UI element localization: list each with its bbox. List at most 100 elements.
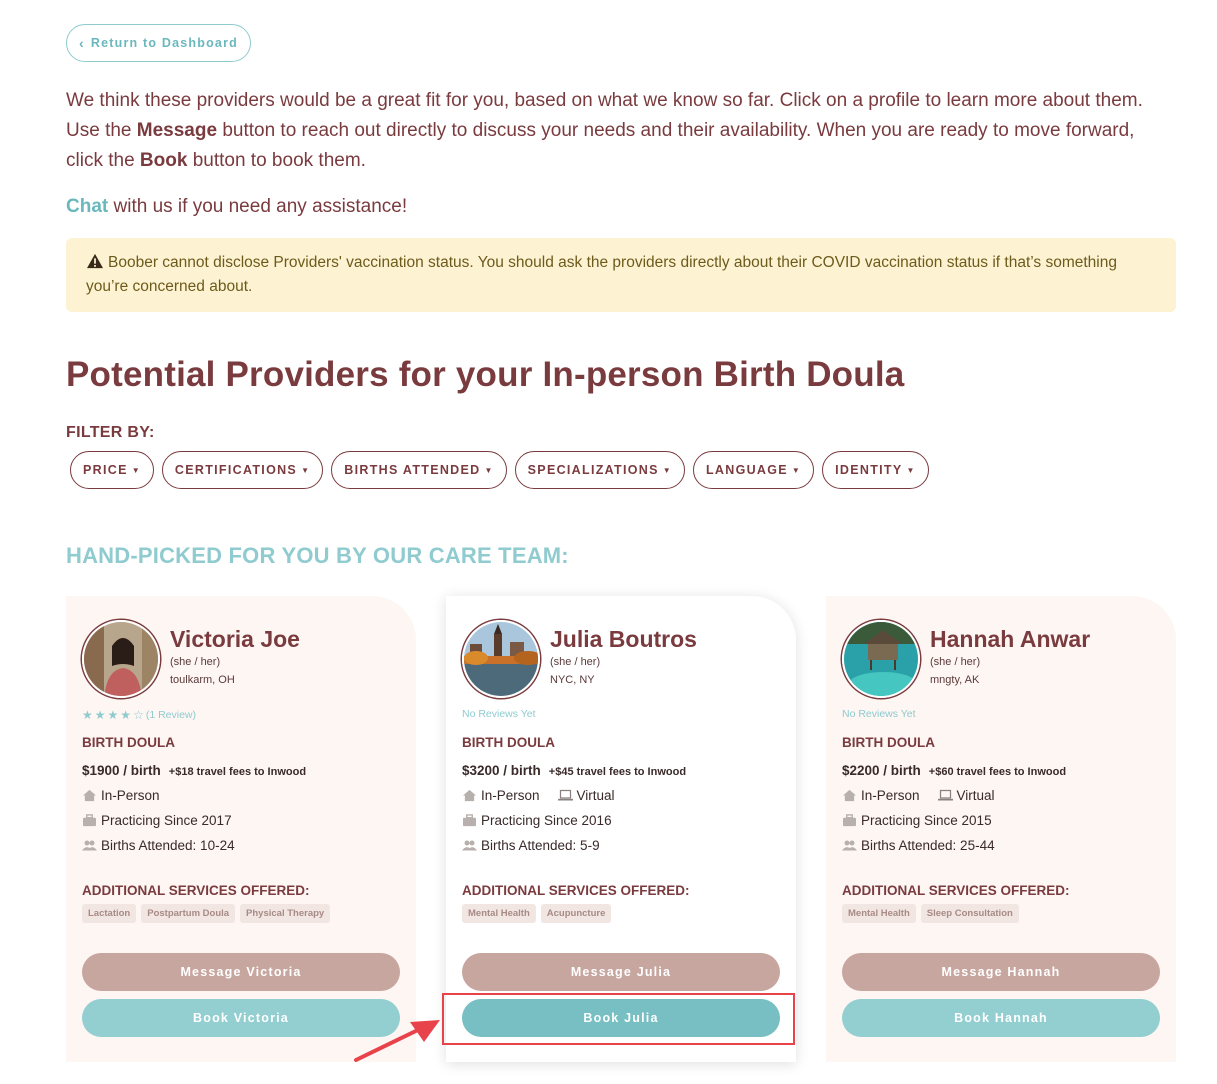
provider-card[interactable]: Victoria Joe (she / her) toulkarm, OH ★ ★… — [66, 596, 416, 1062]
service-tags: Mental Health Sleep Consultation — [842, 904, 1019, 923]
chat-link[interactable]: Chat — [66, 196, 108, 217]
home-icon — [843, 789, 856, 802]
service-tag: Physical Therapy — [240, 904, 331, 923]
book-button[interactable]: Book Hannah — [842, 999, 1160, 1037]
service-tags: Mental Health Acupuncture — [462, 904, 612, 923]
star-filled-icon: ★ — [94, 708, 106, 722]
home-icon — [83, 789, 96, 802]
briefcase-icon — [83, 814, 96, 827]
additional-services-label: ADDITIONAL SERVICES OFFERED: — [462, 883, 690, 898]
users-icon — [462, 840, 477, 851]
star-filled-icon: ★ — [120, 708, 132, 722]
provider-price: $1900 / birth +$18 travel fees to Inwood — [82, 763, 306, 778]
service-tag: Acupuncture — [540, 904, 612, 923]
star-filled-icon: ★ — [107, 708, 119, 722]
provider-name[interactable]: Victoria Joe — [170, 626, 300, 653]
filter-certifications-button[interactable]: CERTIFICATIONS ▼ — [161, 451, 324, 489]
review-count[interactable]: (1 Review) — [146, 709, 196, 721]
travel-fee: +$60 travel fees to Inwood — [928, 766, 1067, 778]
provider-name[interactable]: Julia Boutros — [550, 626, 697, 653]
filter-label-text: PRICE — [83, 463, 128, 477]
filter-label-text: CERTIFICATIONS — [174, 463, 298, 477]
message-button[interactable]: Message Victoria — [82, 953, 400, 991]
travel-fee: +$45 travel fees to Inwood — [548, 766, 687, 778]
price-value: $3200 / birth — [462, 763, 541, 778]
star-filled-icon: ★ — [82, 708, 93, 722]
additional-services-label: ADDITIONAL SERVICES OFFERED: — [842, 883, 1070, 898]
intro-part: button to book them. — [187, 150, 366, 171]
mode-virtual: Virtual — [576, 788, 615, 803]
practicing-text: Practicing Since 2017 — [101, 813, 232, 828]
filter-births-attended-button[interactable]: BIRTHS ATTENDED ▼ — [331, 451, 507, 489]
users-icon — [82, 840, 97, 851]
mode-in-person: In-Person — [861, 788, 920, 803]
laptop-icon — [937, 789, 953, 801]
travel-fee: +$18 travel fees to Inwood — [168, 766, 307, 778]
provider-role: BIRTH DOULA — [82, 735, 175, 750]
service-mode: In-Person Virtual — [462, 788, 615, 803]
review-count: No Reviews Yet — [842, 708, 916, 720]
provider-rating: ★ ★ ★ ★ ☆ (1 Review) — [82, 708, 196, 722]
service-mode: In-Person — [82, 788, 160, 803]
return-label: Return to Dashboard — [90, 36, 238, 50]
mode-in-person: In-Person — [101, 788, 160, 803]
message-button[interactable]: Message Hannah — [842, 953, 1160, 991]
intro-message-word: Message — [136, 120, 218, 141]
provider-role: BIRTH DOULA — [462, 735, 555, 750]
births-attended: Births Attended: 5-9 — [462, 838, 600, 853]
intro-book-word: Book — [139, 150, 188, 171]
service-tag: Mental Health — [462, 904, 536, 923]
highlight-box — [442, 993, 795, 1045]
births-text: Births Attended: 10-24 — [101, 838, 235, 853]
chat-line: Chat with us if you need any assistance! — [66, 193, 407, 221]
annotation-arrow-icon — [354, 1020, 440, 1062]
page-title: Potential Providers for your In-person B… — [66, 355, 905, 394]
avatar — [842, 620, 920, 698]
provider-role: BIRTH DOULA — [842, 735, 935, 750]
message-button[interactable]: Message Julia — [462, 953, 780, 991]
practicing-since: Practicing Since 2017 — [82, 813, 232, 828]
service-tag: Lactation — [82, 904, 137, 923]
provider-name[interactable]: Hannah Anwar — [930, 626, 1090, 653]
provider-rating: No Reviews Yet — [462, 708, 536, 720]
provider-pronouns: (she / her) — [930, 656, 981, 668]
alert-text: Boober cannot disclose Providers' vaccin… — [86, 254, 1117, 295]
chat-rest: with us if you need any assistance! — [108, 196, 408, 217]
provider-pronouns: (she / her) — [550, 656, 601, 668]
price-value: $1900 / birth — [82, 763, 161, 778]
vaccination-alert: Boober cannot disclose Providers' vaccin… — [66, 238, 1176, 312]
practicing-since: Practicing Since 2016 — [462, 813, 612, 828]
service-tag: Postpartum Doula — [141, 904, 236, 923]
intro-text: We think these providers would be a grea… — [66, 86, 1176, 176]
filter-specializations-button[interactable]: SPECIALIZATIONS ▼ — [514, 451, 685, 489]
provider-location: toulkarm, OH — [170, 674, 235, 686]
caret-down-icon: ▼ — [791, 465, 802, 475]
filter-identity-button[interactable]: IDENTITY ▼ — [822, 451, 929, 489]
provider-price: $2200 / birth +$60 travel fees to Inwood — [842, 763, 1066, 778]
mode-in-person: In-Person — [481, 788, 540, 803]
review-count: No Reviews Yet — [462, 708, 536, 720]
caret-down-icon: ▼ — [484, 465, 494, 475]
births-text: Births Attended: 5-9 — [481, 838, 600, 853]
filter-language-button[interactable]: LANGUAGE ▼ — [692, 451, 815, 489]
provider-pronouns: (she / her) — [170, 656, 221, 668]
filter-label-text: BIRTHS ATTENDED — [344, 463, 481, 477]
provider-price: $3200 / birth +$45 travel fees to Inwood — [462, 763, 686, 778]
home-icon — [463, 789, 476, 802]
filter-label-text: IDENTITY — [835, 463, 903, 477]
births-text: Births Attended: 25-44 — [861, 838, 995, 853]
return-to-dashboard-button[interactable]: ‹ Return to Dashboard — [66, 24, 251, 62]
filter-price-button[interactable]: PRICE ▼ — [70, 451, 154, 489]
briefcase-icon — [843, 814, 856, 827]
warning-icon — [87, 253, 103, 269]
briefcase-icon — [463, 814, 476, 827]
service-mode: In-Person Virtual — [842, 788, 995, 803]
provider-rating: No Reviews Yet — [842, 708, 916, 720]
provider-location: NYC, NY — [550, 674, 595, 686]
births-attended: Births Attended: 25-44 — [842, 838, 995, 853]
avatar — [462, 620, 540, 698]
provider-card[interactable]: Hannah Anwar (she / her) mngty, AK No Re… — [826, 596, 1176, 1062]
provider-location: mngty, AK — [930, 674, 980, 686]
price-value: $2200 / birth — [842, 763, 921, 778]
additional-services-label: ADDITIONAL SERVICES OFFERED: — [82, 883, 310, 898]
